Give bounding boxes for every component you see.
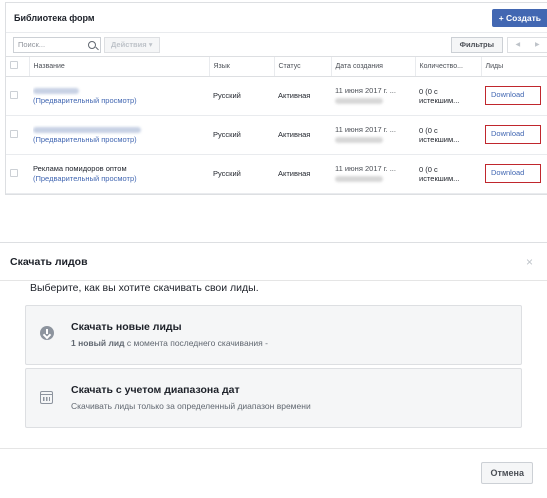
option-title: Скачать с учетом диапазона дат bbox=[71, 384, 240, 396]
language-cell: Русский bbox=[209, 76, 274, 116]
search-placeholder: Поиск... bbox=[18, 40, 46, 49]
pager: ◀ ▶ bbox=[507, 36, 547, 53]
library-toolbar: Поиск... Действия ▾ Фильтры ◀ ▶ bbox=[6, 33, 547, 57]
search-icon bbox=[88, 40, 96, 49]
pager-prev-icon[interactable]: ◀ bbox=[515, 41, 520, 48]
quantity-line: истекшим... bbox=[419, 173, 460, 183]
cancel-button[interactable]: Отмена bbox=[481, 462, 533, 484]
author-redacted bbox=[335, 135, 415, 144]
column-header-date[interactable]: Дата создания bbox=[331, 57, 416, 77]
author-redacted bbox=[335, 96, 415, 105]
form-name: Реклама помидоров оптом bbox=[33, 163, 127, 173]
option-description: Скачивать лиды только за определенный ди… bbox=[71, 401, 311, 411]
library-title: Библиотека форм bbox=[14, 12, 95, 23]
preview-link[interactable]: (Предварительный просмотр) bbox=[33, 174, 209, 184]
option-description: 1 новый лид с момента последнего скачива… bbox=[71, 338, 268, 348]
download-leads-dialog: Скачать лидов × Выберите, как вы хотите … bbox=[0, 242, 547, 498]
status-cell: Активная bbox=[274, 154, 331, 194]
download-link[interactable]: Download bbox=[485, 125, 541, 144]
status-cell: Активная bbox=[274, 76, 331, 116]
preview-link[interactable]: (Предварительный просмотр) bbox=[33, 96, 209, 106]
column-header-language[interactable]: Язык bbox=[209, 57, 275, 77]
dialog-subtitle: Выберите, как вы хотите скачивать свои л… bbox=[30, 282, 259, 294]
table-row: (Предварительный просмотр) Русский Актив… bbox=[6, 76, 547, 116]
quantity-line: истекшим... bbox=[419, 95, 460, 105]
column-header-status[interactable]: Статус bbox=[274, 57, 332, 77]
select-all-checkbox[interactable] bbox=[10, 61, 18, 70]
option-title: Скачать новые лиды bbox=[71, 321, 182, 333]
column-header-name[interactable]: Название bbox=[29, 57, 210, 77]
quantity-line: 0 (0 с bbox=[419, 164, 438, 174]
download-date-range-option[interactable]: Скачать с учетом диапазона дат Скачивать… bbox=[25, 368, 522, 428]
create-form-button[interactable]: + Создать bbox=[491, 8, 547, 27]
search-input[interactable]: Поиск... bbox=[13, 36, 101, 53]
download-link[interactable]: Download bbox=[485, 164, 541, 183]
close-icon[interactable]: × bbox=[526, 255, 533, 269]
column-header-leads: Лиды bbox=[481, 57, 547, 77]
column-header-quantity[interactable]: Количество... bbox=[415, 57, 482, 77]
form-name-redacted bbox=[33, 86, 209, 96]
row-checkbox[interactable] bbox=[10, 129, 18, 138]
row-checkbox[interactable] bbox=[10, 90, 18, 99]
table-row: (Предварительный просмотр) Русский Актив… bbox=[6, 115, 547, 155]
filters-button[interactable]: Фильтры bbox=[450, 36, 503, 53]
pager-next-icon[interactable]: ▶ bbox=[535, 41, 540, 48]
form-name-redacted bbox=[33, 125, 209, 135]
date-cell: 11 июня 2017 г. ... bbox=[335, 125, 396, 134]
actions-dropdown[interactable]: Действия ▾ bbox=[104, 36, 160, 53]
table-row: Реклама помидоров оптом (Предварительный… bbox=[6, 154, 547, 194]
dialog-footer: Отмена bbox=[0, 448, 547, 498]
calendar-icon bbox=[40, 391, 53, 404]
quantity-line: истекшим... bbox=[419, 134, 460, 144]
quantity-line: 0 (0 с bbox=[419, 86, 438, 96]
download-circle-icon bbox=[40, 326, 54, 340]
date-cell: 11 июня 2017 г. ... bbox=[335, 164, 396, 173]
form-library-panel: Библиотека форм + Создать Поиск... Дейст… bbox=[5, 2, 547, 195]
new-leads-count: 1 новый лид bbox=[71, 338, 125, 348]
date-cell: 11 июня 2017 г. ... bbox=[335, 86, 396, 95]
library-header: Библиотека форм + Создать bbox=[6, 3, 547, 33]
row-checkbox[interactable] bbox=[10, 168, 18, 177]
dialog-header: Скачать лидов × bbox=[0, 243, 547, 281]
status-cell: Активная bbox=[274, 115, 331, 155]
forms-table: Название Язык Статус Дата создания Колич… bbox=[6, 57, 547, 194]
download-link[interactable]: Download bbox=[485, 86, 541, 105]
table-header-row: Название Язык Статус Дата создания Колич… bbox=[6, 57, 547, 77]
language-cell: Русский bbox=[209, 115, 274, 155]
option-description-rest: с момента последнего скачивания - bbox=[124, 338, 268, 348]
author-redacted bbox=[335, 174, 415, 183]
preview-link[interactable]: (Предварительный просмотр) bbox=[33, 135, 209, 145]
dialog-title: Скачать лидов bbox=[10, 255, 88, 268]
download-new-leads-option[interactable]: Скачать новые лиды 1 новый лид с момента… bbox=[25, 305, 522, 365]
language-cell: Русский bbox=[209, 154, 274, 194]
quantity-line: 0 (0 с bbox=[419, 125, 438, 135]
